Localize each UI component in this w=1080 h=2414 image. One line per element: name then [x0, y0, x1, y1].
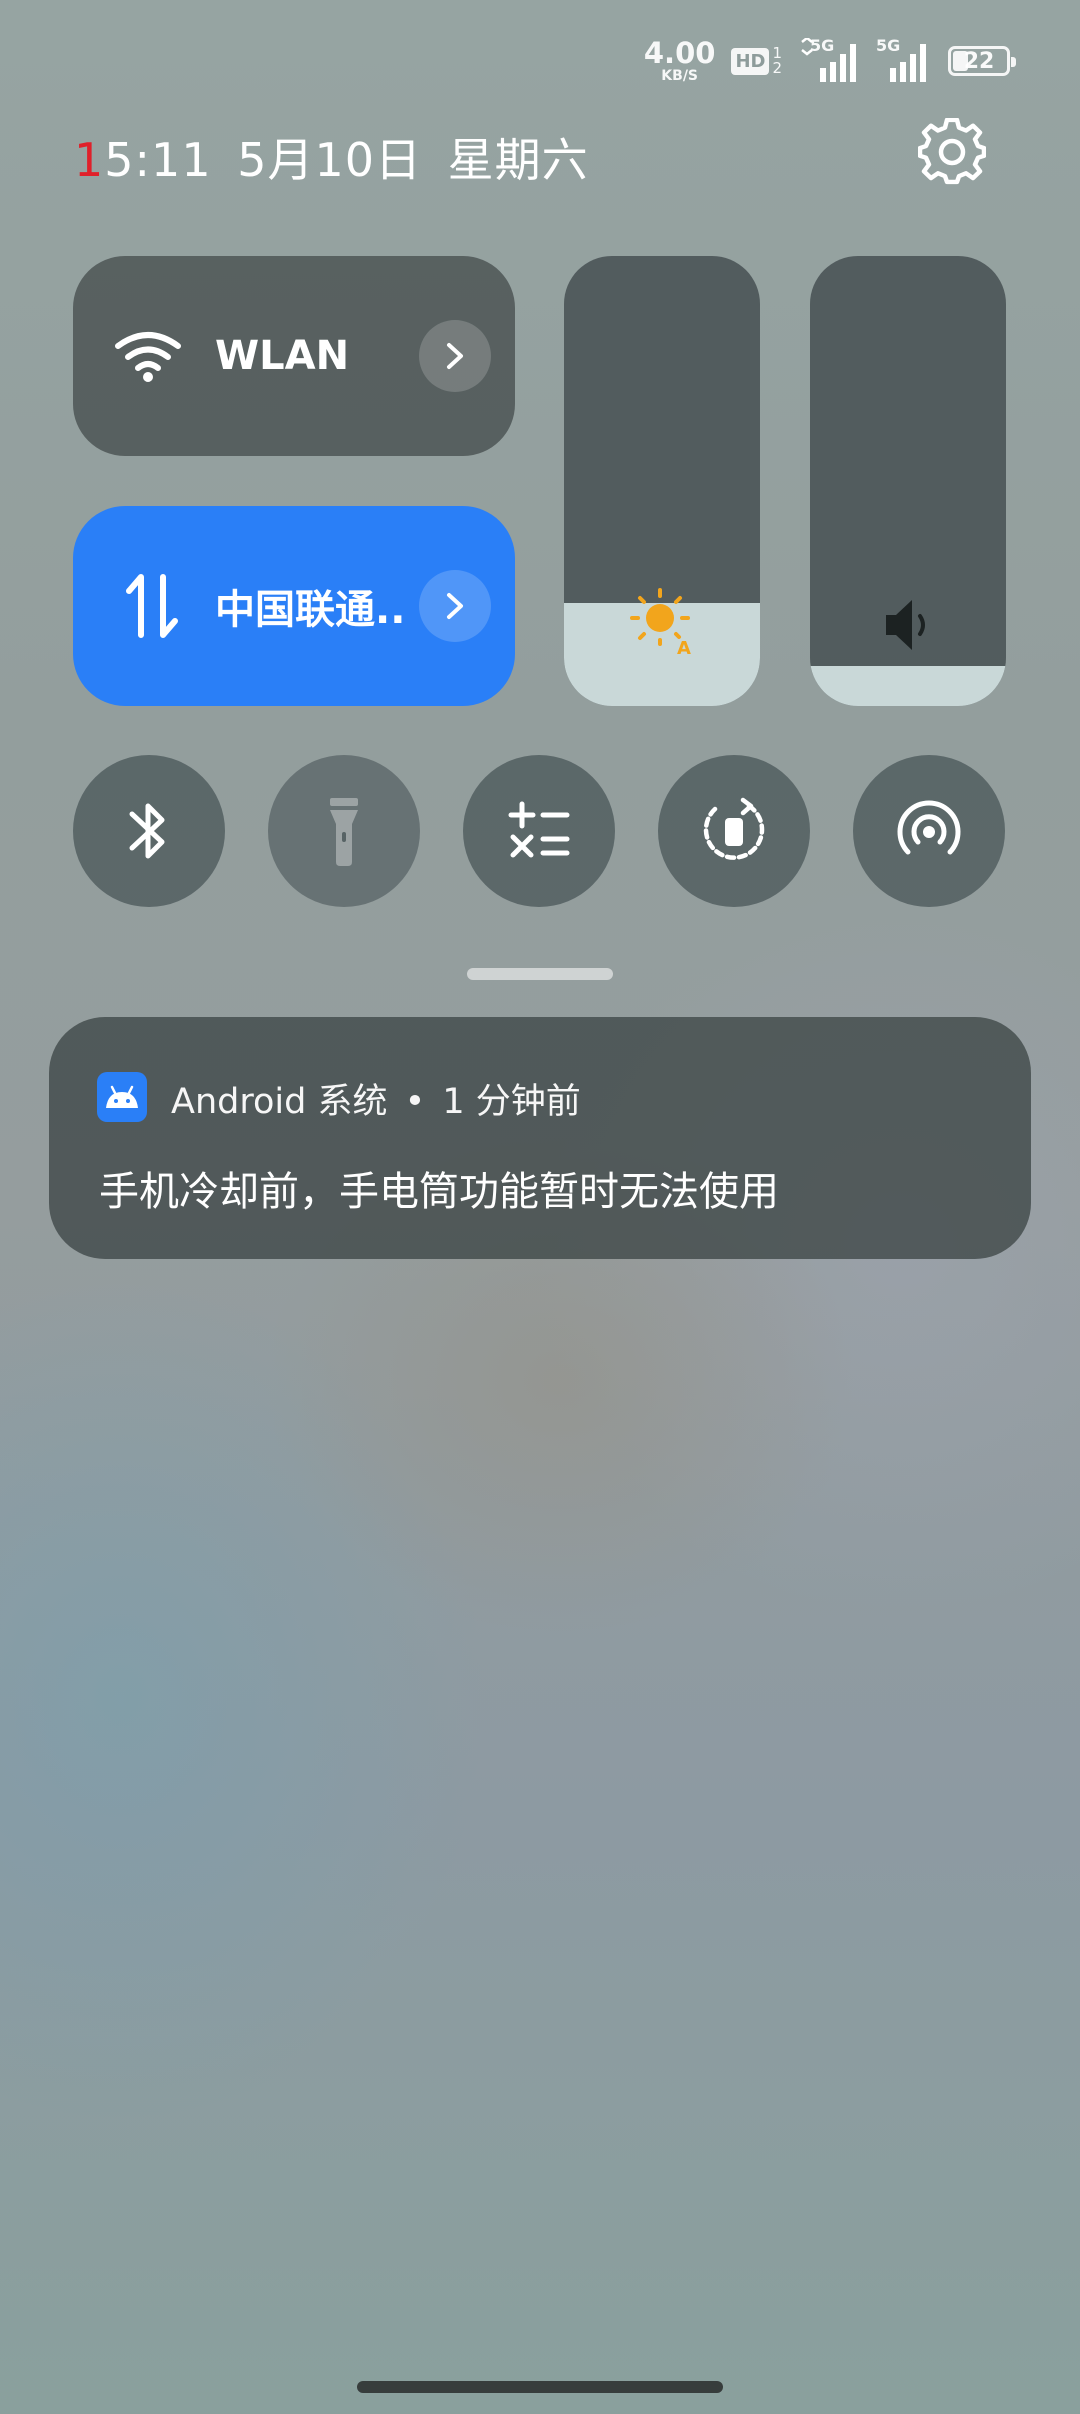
network-speed-value: 4.00 [643, 36, 716, 70]
network-speed: 4.00 KB/S [643, 36, 716, 84]
gear-icon[interactable] [918, 118, 986, 186]
time-rest: 5:11 [104, 133, 212, 187]
volume-slider[interactable] [810, 256, 1006, 706]
sim2-signal-icon: 5G [876, 36, 932, 84]
auto-rotate-icon [703, 797, 765, 860]
notification-app-name: Android 系统 [171, 1082, 388, 1122]
time-first-digit: 1 [74, 133, 105, 187]
date-time[interactable]: 15:11 5月10日 星期六 [74, 124, 589, 190]
calculator-toggle[interactable] [463, 755, 615, 907]
notification-message: 手机冷却前，手电筒功能暂时无法使用 [99, 1169, 779, 1215]
sim1-network-label: 5G [810, 36, 835, 55]
notification-time: 1 分钟前 [442, 1082, 581, 1122]
date-text: 5月10日 [237, 133, 423, 187]
flashlight-toggle[interactable] [268, 755, 420, 907]
sim2-network-label: 5G [876, 36, 901, 55]
wlan-label: WLAN [215, 333, 350, 379]
auto-rotate-toggle[interactable] [658, 755, 810, 907]
wlan-details-button[interactable] [419, 320, 491, 392]
android-app-icon [97, 1072, 147, 1122]
flashlight-icon [330, 798, 358, 866]
chevron-right-icon [447, 593, 463, 619]
notification-separator: • [404, 1082, 426, 1122]
network-speed-unit: KB/S [661, 68, 699, 84]
wlan-tile[interactable]: WLAN [73, 256, 515, 456]
svg-text:A: A [677, 638, 691, 656]
speaker-icon [886, 600, 925, 650]
volume-level [810, 665, 1006, 706]
wifi-icon [115, 332, 181, 382]
notification-card[interactable]: Android 系统 • 1 分钟前 手机冷却前，手电筒功能暂时无法使用 [49, 1017, 1031, 1259]
hd-label: HD [731, 47, 770, 75]
auto-brightness-icon: A [630, 588, 691, 656]
home-indicator[interactable] [357, 2381, 723, 2393]
panel-drag-handle[interactable] [467, 968, 613, 980]
chevron-right-icon [447, 343, 463, 369]
status-bar: 4.00 KB/S HD 1 2 5G 5G 22 [643, 36, 1016, 86]
bluetooth-toggle[interactable] [73, 755, 225, 907]
hd-slot-2: 2 [772, 59, 782, 77]
mobile-data-label: 中国联通.. [215, 587, 406, 633]
mobile-data-icon [126, 574, 178, 638]
battery-level: 22 [963, 48, 995, 74]
mobile-data-details-button[interactable] [419, 570, 491, 642]
bluetooth-icon [129, 803, 165, 859]
battery-icon: 22 [948, 46, 1016, 76]
hd-voice-badge: HD 1 2 [731, 46, 782, 76]
hotspot-icon [897, 800, 961, 855]
sim1-signal-icon: 5G [798, 36, 860, 84]
brightness-slider[interactable]: A [564, 256, 760, 706]
weekday-text: 星期六 [447, 133, 589, 187]
hotspot-toggle[interactable] [853, 755, 1005, 907]
mobile-data-tile[interactable]: 中国联通.. [73, 506, 515, 706]
android-robot-icon [106, 1085, 138, 1108]
notification-header: Android 系统 • 1 分钟前 [171, 1073, 581, 1124]
calculator-icon [508, 801, 570, 858]
